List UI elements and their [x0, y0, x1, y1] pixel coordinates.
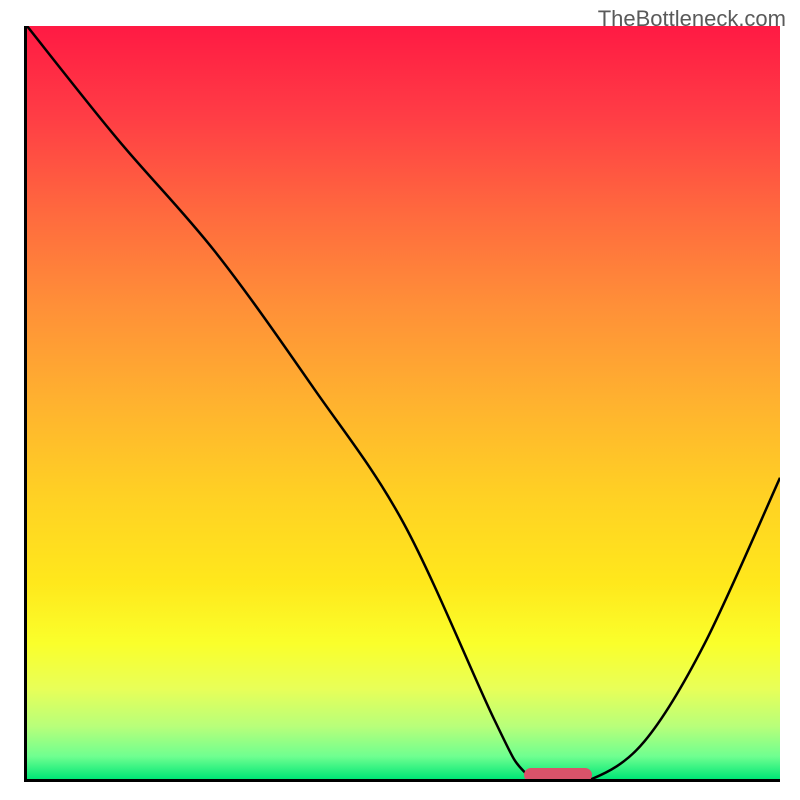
bottleneck-curve-path [27, 26, 780, 779]
chart-curve [27, 26, 780, 779]
chart-plot-area [24, 26, 780, 782]
watermark-text: TheBottleneck.com [598, 6, 786, 32]
optimal-range-marker [524, 768, 592, 782]
